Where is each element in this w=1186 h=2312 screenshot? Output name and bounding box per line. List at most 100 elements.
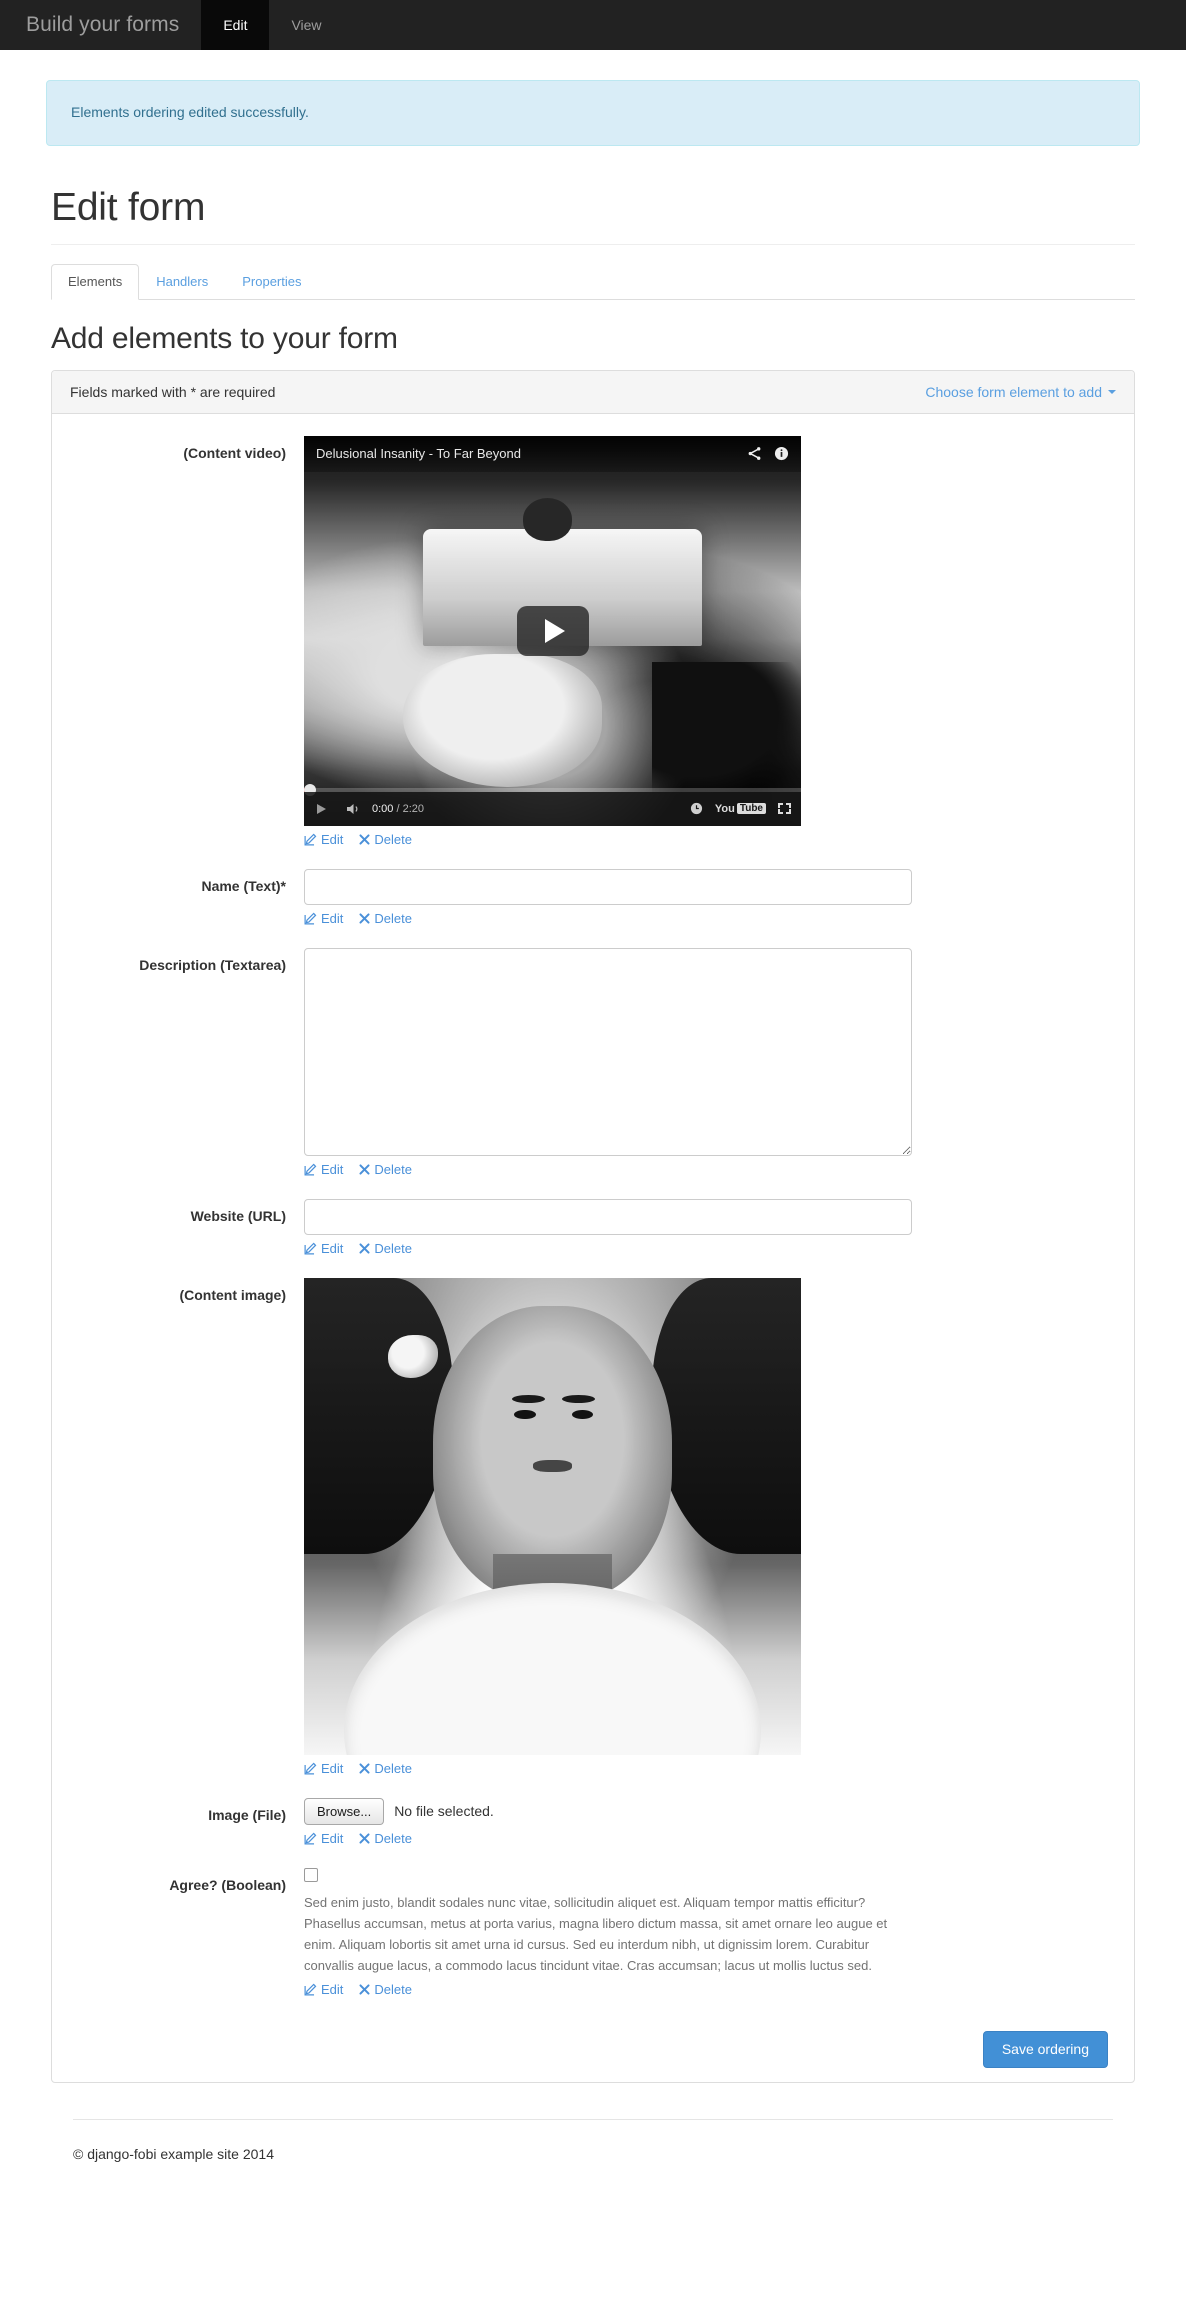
close-icon xyxy=(359,1833,370,1844)
page-container: Elements ordering edited successfully. E… xyxy=(24,80,1162,2162)
edit-icon xyxy=(304,1163,317,1176)
tab-bar: Elements Handlers Properties xyxy=(51,264,1135,300)
content-image-eye-right xyxy=(571,1409,594,1420)
actions-description: Edit Delete xyxy=(304,1162,1112,1177)
fullscreen-icon[interactable] xyxy=(778,803,791,815)
label-content-video: (Content video) xyxy=(183,444,286,461)
label-description: Description (Textarea) xyxy=(139,956,286,973)
content-image-hair-left xyxy=(304,1277,454,1555)
label-content-image: (Content image) xyxy=(179,1286,286,1303)
label-website: Website (URL) xyxy=(190,1207,286,1224)
content-image-hair-right xyxy=(651,1277,801,1555)
file-status-text: No file selected. xyxy=(394,1803,494,1820)
edit-link-website[interactable]: Edit xyxy=(304,1241,343,1256)
actions-website: Edit Delete xyxy=(304,1241,1112,1256)
youtube-video-player[interactable]: Delusional Insanity - To Far Beyond 0:00… xyxy=(304,435,801,826)
control-agree: Sed enim justo, blandit sodales nunc vit… xyxy=(301,1868,1112,1997)
edit-link-content-image[interactable]: Edit xyxy=(304,1761,343,1776)
delete-label: Delete xyxy=(374,910,412,926)
volume-icon[interactable] xyxy=(346,802,362,816)
delete-link-image-file[interactable]: Delete xyxy=(359,1831,412,1846)
edit-link-content-video[interactable]: Edit xyxy=(304,832,343,847)
close-icon xyxy=(359,1243,370,1254)
agree-help-text: Sed enim justo, blandit sodales nunc vit… xyxy=(304,1895,888,1973)
navbar-brand[interactable]: Build your forms xyxy=(26,0,201,50)
delete-label: Delete xyxy=(374,1240,412,1256)
edit-icon xyxy=(304,1762,317,1775)
section-title: Add elements to your form xyxy=(51,321,398,355)
video-time-display: 0:00 / 2:20 xyxy=(372,803,424,815)
agree-checkbox[interactable] xyxy=(304,1868,318,1883)
form-row-content-image: (Content image) Edit Delete xyxy=(52,1277,1134,1776)
tab-elements[interactable]: Elements xyxy=(51,264,140,300)
video-control-bar: 0:00 / 2:20 You Tube xyxy=(304,791,801,826)
panel-footer: Save ordering xyxy=(52,2023,1134,2082)
edit-icon xyxy=(304,1983,317,1996)
label-image-file: Image (File) xyxy=(208,1806,286,1823)
browse-button[interactable]: Browse... xyxy=(304,1797,385,1826)
delete-link-website[interactable]: Delete xyxy=(359,1241,412,1256)
nav-item-edit[interactable]: Edit xyxy=(201,0,270,50)
website-input[interactable] xyxy=(304,1198,912,1235)
control-content-image: Edit Delete xyxy=(301,1277,1112,1776)
delete-link-content-image[interactable]: Delete xyxy=(359,1761,412,1776)
close-icon xyxy=(359,1763,370,1774)
share-icon[interactable] xyxy=(747,446,762,461)
control-website: Edit Delete xyxy=(301,1198,1112,1256)
control-name: Edit Delete xyxy=(301,868,1112,926)
panel-body: (Content video) Delusional Insanity - To… xyxy=(52,414,1134,2024)
control-description: Edit Delete xyxy=(301,947,1112,1177)
edit-link-name[interactable]: Edit xyxy=(304,911,343,926)
content-image-eye-left xyxy=(514,1409,536,1420)
play-button-overlay[interactable] xyxy=(516,605,589,656)
choose-form-element-dropdown[interactable]: Choose form element to add xyxy=(925,384,1116,400)
delete-label: Delete xyxy=(374,1161,412,1177)
edit-icon xyxy=(304,912,317,925)
youtube-logo[interactable]: You Tube xyxy=(715,803,766,815)
close-icon xyxy=(359,1984,370,1995)
edit-label: Edit xyxy=(321,910,344,926)
chevron-down-icon xyxy=(1108,389,1116,394)
tab-properties[interactable]: Properties xyxy=(225,264,318,300)
name-input[interactable] xyxy=(304,868,912,905)
description-textarea[interactable] xyxy=(304,947,912,1156)
video-time-separator: / xyxy=(393,802,403,815)
video-title: Delusional Insanity - To Far Beyond xyxy=(316,446,521,462)
edit-link-description[interactable]: Edit xyxy=(304,1162,343,1177)
edit-label: Edit xyxy=(321,1240,344,1256)
info-icon[interactable] xyxy=(774,446,789,461)
panel-header: Fields marked with * are required Choose… xyxy=(52,370,1134,414)
edit-label: Edit xyxy=(321,1760,344,1776)
actions-agree: Edit Delete xyxy=(304,1982,1112,1997)
close-icon xyxy=(359,834,370,845)
video-duration: 2:20 xyxy=(402,802,425,815)
alert-message: Elements ordering edited successfully. xyxy=(71,104,309,120)
youtube-logo-tube: Tube xyxy=(736,803,766,815)
title-divider xyxy=(51,243,1135,245)
video-thumbnail-detail xyxy=(403,653,603,787)
form-row-content-video: (Content video) Delusional Insanity - To… xyxy=(52,435,1134,847)
footer-copyright: © django-fobi example site 2014 xyxy=(73,2146,274,2163)
close-icon xyxy=(359,913,370,924)
edit-label: Edit xyxy=(321,1831,344,1847)
success-alert: Elements ordering edited successfully. xyxy=(46,80,1140,146)
edit-link-agree[interactable]: Edit xyxy=(304,1982,343,1997)
actions-image-file: Edit Delete xyxy=(304,1831,1112,1846)
edit-link-image-file[interactable]: Edit xyxy=(304,1831,343,1846)
delete-link-description[interactable]: Delete xyxy=(359,1162,412,1177)
delete-link-agree[interactable]: Delete xyxy=(359,1982,412,1997)
delete-link-name[interactable]: Delete xyxy=(359,911,412,926)
save-ordering-button[interactable]: Save ordering xyxy=(982,2031,1108,2069)
edit-icon xyxy=(304,1832,317,1845)
delete-link-content-video[interactable]: Delete xyxy=(359,832,412,847)
watch-later-icon[interactable] xyxy=(690,802,703,815)
tab-handlers[interactable]: Handlers xyxy=(139,264,225,300)
elements-panel: Fields marked with * are required Choose… xyxy=(51,369,1135,2084)
content-image-brow-left xyxy=(511,1394,546,1403)
content-image-lips xyxy=(533,1459,572,1472)
nav-item-view[interactable]: View xyxy=(269,0,343,50)
play-control-icon[interactable] xyxy=(314,802,328,816)
content-image xyxy=(304,1277,801,1755)
actions-name: Edit Delete xyxy=(304,911,1112,926)
content-image-collar xyxy=(343,1582,762,1755)
